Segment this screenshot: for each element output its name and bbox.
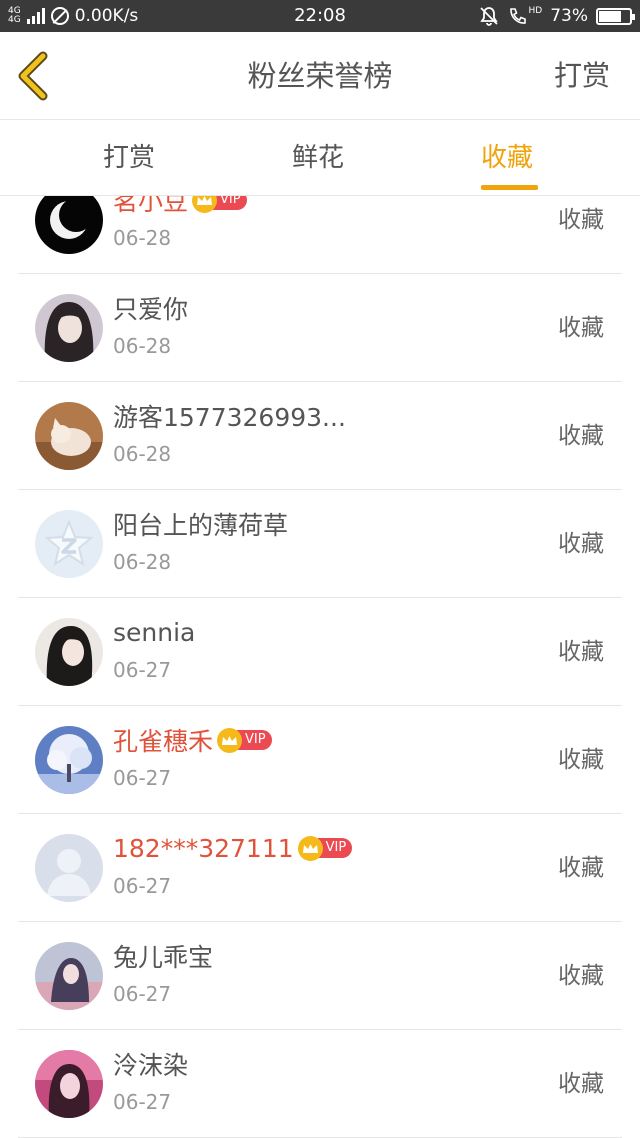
user-name: 只爱你 <box>113 295 189 324</box>
name-line: 只爱你 <box>113 290 188 326</box>
name-line: 孔雀穗禾 VIP <box>113 722 272 758</box>
reward-button[interactable]: 打赏 <box>554 32 610 120</box>
pink-photo-avatar[interactable] <box>35 1050 103 1118</box>
tab-bar: 打赏 鲜花 收藏 <box>0 120 640 196</box>
anime-photo-avatar[interactable] <box>35 942 103 1010</box>
date-label: 06-27 <box>113 874 172 898</box>
active-tab-indicator <box>481 185 538 190</box>
mute-icon <box>479 7 498 26</box>
favorite-label: 收藏 <box>558 747 604 773</box>
list-item[interactable]: 泠沫染 06-27 收藏 <box>0 1030 640 1138</box>
default-star-avatar[interactable] <box>35 510 103 578</box>
name-line: 阳台上的薄荷草 <box>113 506 288 542</box>
list-item[interactable]: sennia 06-27 收藏 <box>0 598 640 706</box>
user-name: 泠沫染 <box>113 1051 189 1080</box>
name-line: sennia <box>113 614 195 650</box>
favorite-label: 收藏 <box>558 207 604 233</box>
user-name: 孔雀穗禾 <box>113 727 214 756</box>
date-label: 06-27 <box>113 982 172 1006</box>
crown-icon <box>297 835 323 861</box>
fan-list[interactable]: 茗小豆 VIP 06-28 收藏 只爱你 06-28 收藏 游客15773269… <box>0 196 640 1138</box>
date-label: 06-28 <box>113 550 172 574</box>
battery-percent: 73% <box>550 6 588 26</box>
favorite-label: 收藏 <box>558 963 604 989</box>
tab-flowers[interactable]: 鲜花 <box>292 120 344 196</box>
date-label: 06-28 <box>113 334 172 358</box>
favorite-label: 收藏 <box>558 531 604 557</box>
black-moon-avatar[interactable] <box>35 196 103 254</box>
date-label: 06-27 <box>113 766 172 790</box>
cat-photo-avatar[interactable] <box>35 402 103 470</box>
snow-tree-avatar[interactable] <box>35 726 103 794</box>
list-item[interactable]: 游客1577326993... 06-28 收藏 <box>0 382 640 490</box>
status-right: HD 73% <box>479 0 635 32</box>
favorite-label: 收藏 <box>558 315 604 341</box>
list-item[interactable]: 只爱你 06-28 收藏 <box>0 274 640 382</box>
name-line: 182***327111 VIP <box>113 830 353 866</box>
favorite-label: 收藏 <box>558 423 604 449</box>
back-button[interactable] <box>10 46 70 106</box>
date-label: 06-27 <box>113 658 172 682</box>
vip-badge: VIP <box>217 727 272 753</box>
crown-icon <box>217 727 243 753</box>
app-header: 粉丝荣誉榜 打赏 <box>0 32 640 120</box>
vip-label: VIP <box>237 730 272 750</box>
user-name: 游客1577326993... <box>113 403 346 432</box>
name-line: 兔儿乖宝 <box>113 938 213 974</box>
default-person-avatar[interactable] <box>35 834 103 902</box>
list-item[interactable]: 兔儿乖宝 06-27 收藏 <box>0 922 640 1030</box>
chevron-left-icon <box>18 51 48 101</box>
woman-photo-avatar[interactable] <box>35 618 103 686</box>
user-name: 阳台上的薄荷草 <box>113 511 289 540</box>
vip-badge: VIP <box>297 835 353 861</box>
favorite-label: 收藏 <box>558 1071 604 1097</box>
hd-label: HD <box>528 6 543 16</box>
list-item[interactable]: 阳台上的薄荷草 06-28 收藏 <box>0 490 640 598</box>
girl-photo-avatar[interactable] <box>35 294 103 362</box>
user-name: 兔儿乖宝 <box>113 943 214 972</box>
status-bar: 4G 4G 0.00K/s 22:08 HD 73% <box>0 0 640 32</box>
battery-icon <box>596 7 635 25</box>
name-line: 游客1577326993... <box>113 398 346 434</box>
crown-icon <box>192 196 218 213</box>
vip-label: VIP <box>317 838 353 858</box>
user-name: 182***327111 <box>113 833 294 863</box>
page-title: 粉丝荣誉榜 <box>247 59 393 93</box>
date-label: 06-28 <box>113 226 172 250</box>
name-line: 茗小豆 VIP <box>113 196 247 218</box>
user-name: sennia <box>113 617 196 647</box>
favorite-label: 收藏 <box>558 639 604 665</box>
list-item[interactable]: 茗小豆 VIP 06-28 收藏 <box>0 196 640 274</box>
name-line: 泠沫染 <box>113 1046 188 1082</box>
date-label: 06-27 <box>113 1090 172 1114</box>
vip-label: VIP <box>212 196 247 210</box>
volte-call-icon: HD <box>507 6 543 26</box>
list-item[interactable]: 孔雀穗禾 VIP 06-27 收藏 <box>0 706 640 814</box>
vip-badge: VIP <box>192 196 247 213</box>
user-name: 茗小豆 <box>113 196 189 216</box>
date-label: 06-28 <box>113 442 172 466</box>
list-item[interactable]: 182***327111 VIP 06-27 收藏 <box>0 814 640 922</box>
favorite-label: 收藏 <box>558 855 604 881</box>
tab-reward[interactable]: 打赏 <box>103 120 155 196</box>
